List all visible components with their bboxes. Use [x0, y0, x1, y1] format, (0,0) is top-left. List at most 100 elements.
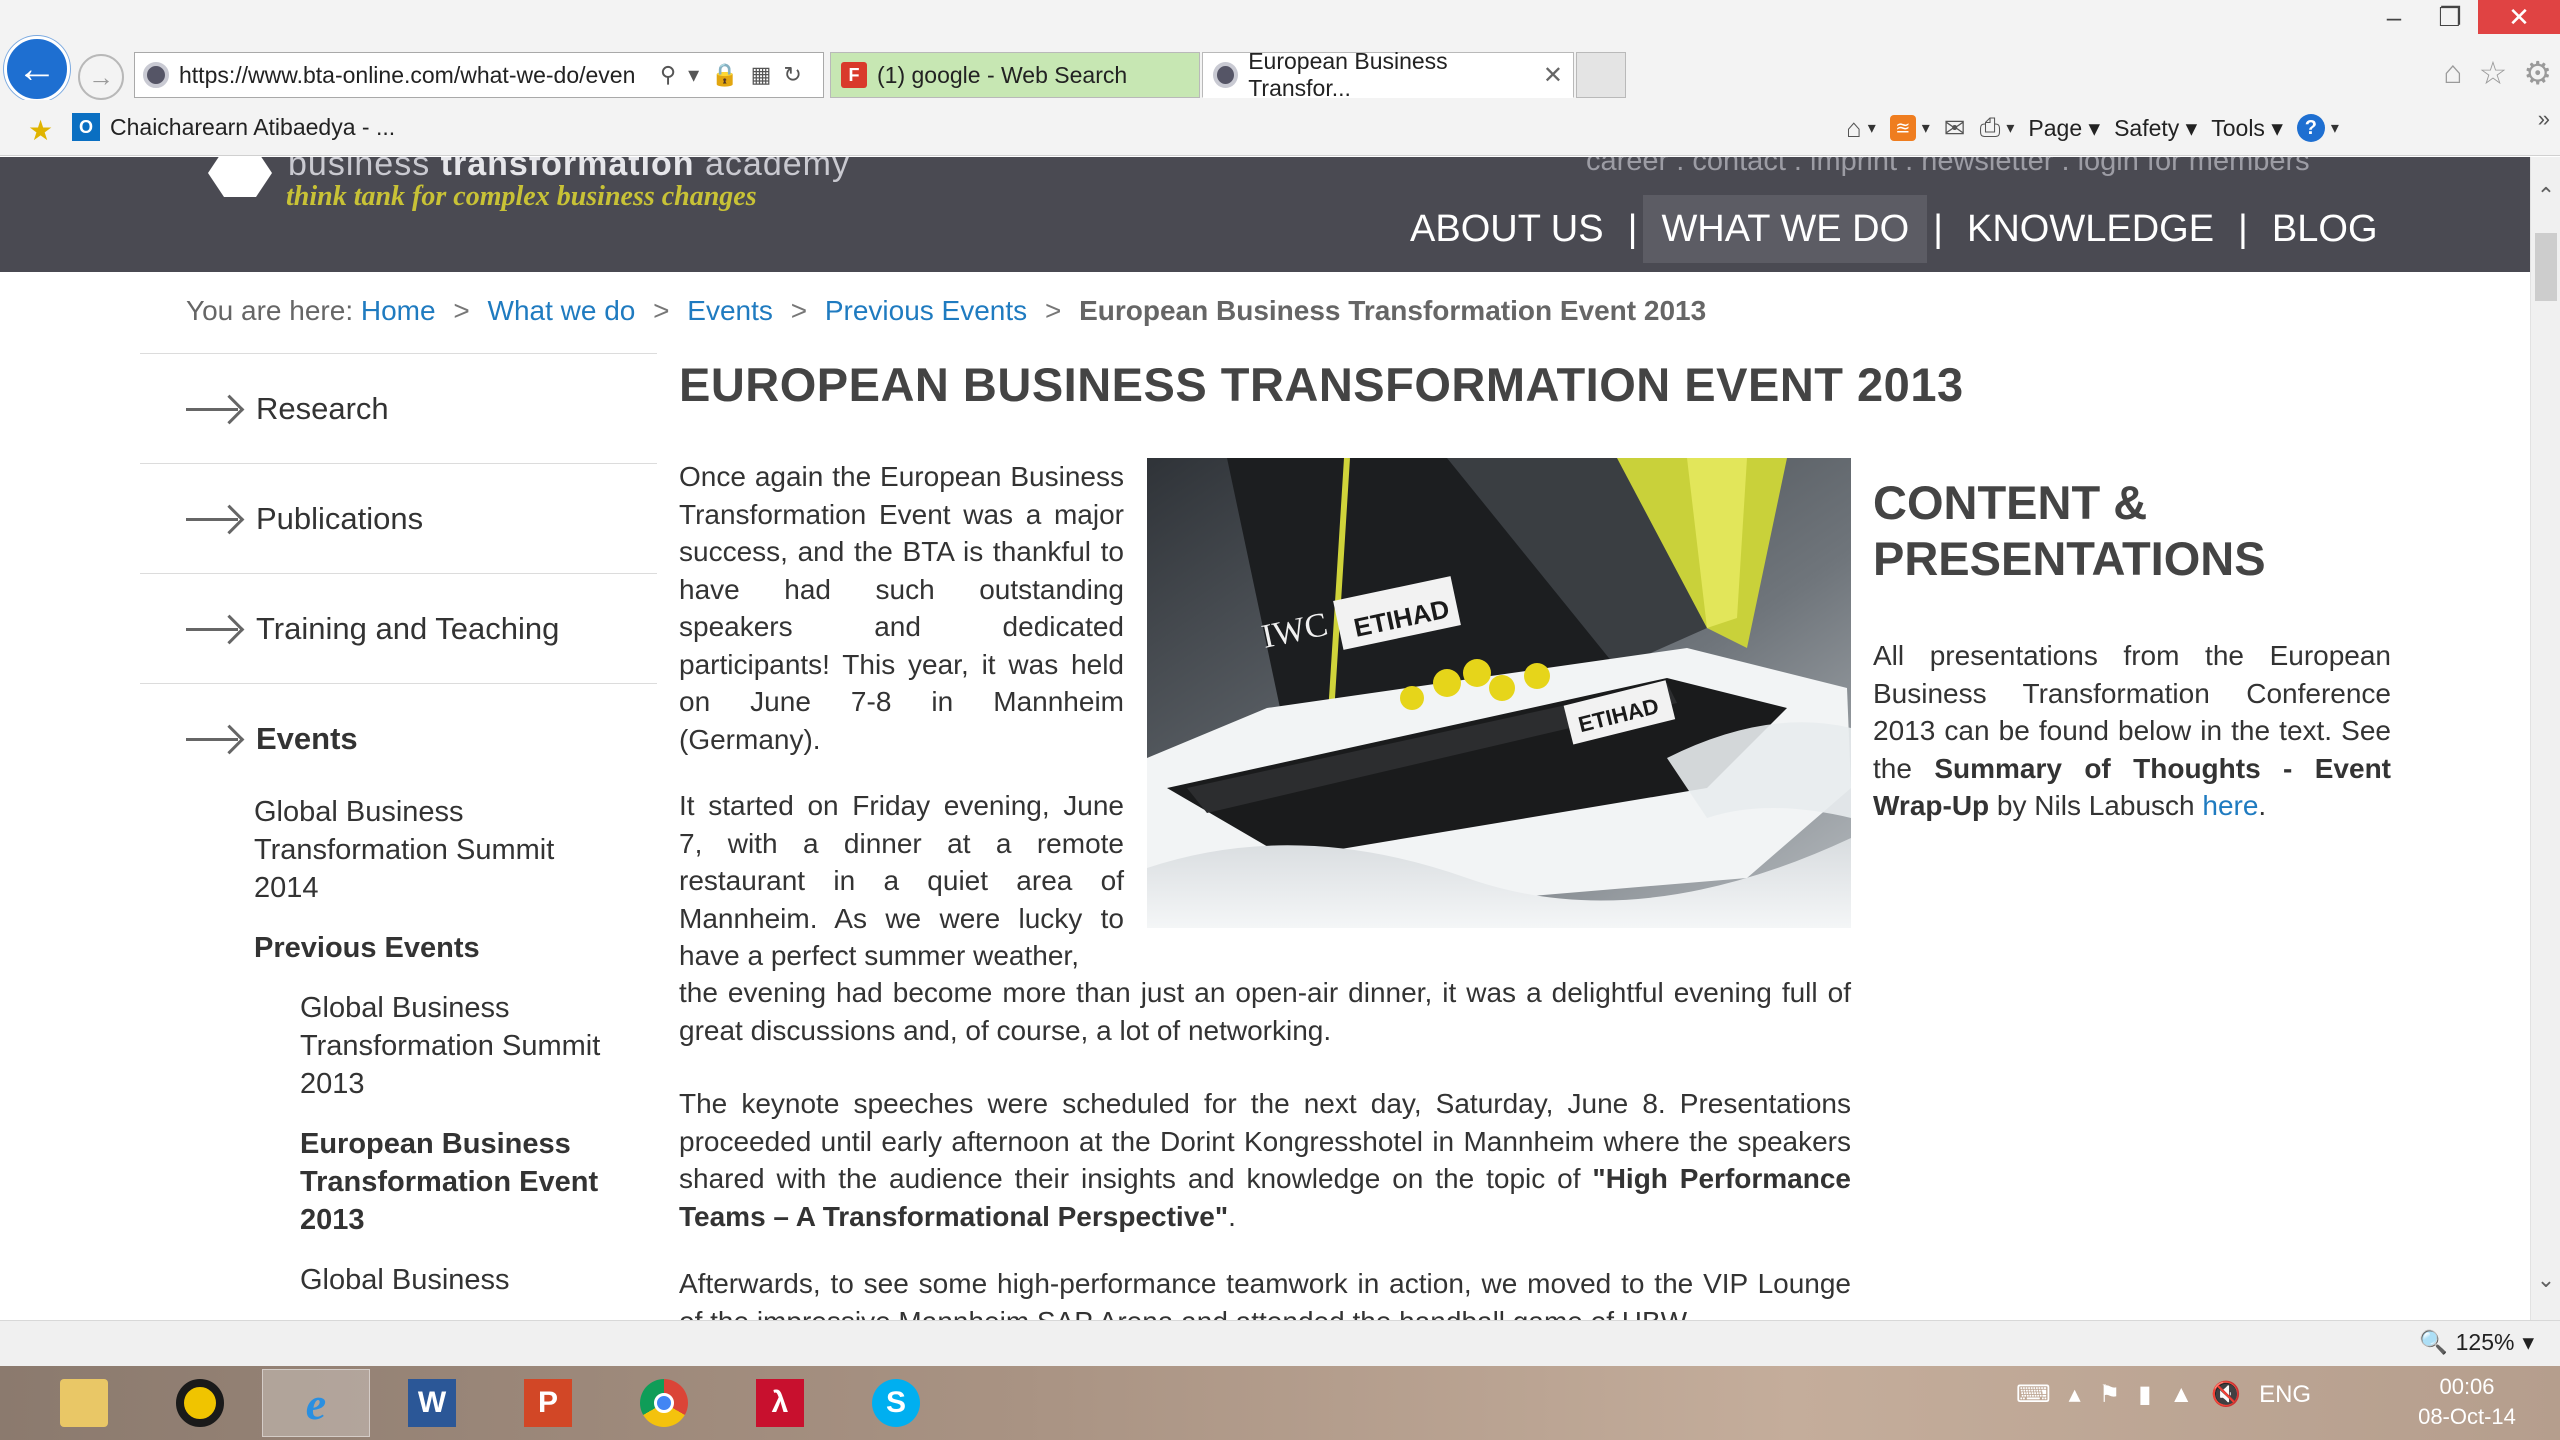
taskbar-clock[interactable]: 00:06 08-Oct-14	[2392, 1372, 2542, 1432]
subnav-ebte-2013[interactable]: European Business Transformation Event 2…	[300, 1125, 630, 1239]
taskbar-chrome[interactable]	[610, 1369, 718, 1437]
network-signal-icon[interactable]: ▲	[2169, 1381, 2193, 1409]
logo-name[interactable]: business transformation academy	[288, 157, 850, 184]
powerpoint-icon: P	[524, 1379, 572, 1427]
windows-taskbar: e W P λ S ⌨ ▴ ⚑ ▮ ▲ 🔇 ENG 00:06 08-Oct-1…	[0, 1366, 2560, 1440]
chevron-down-icon[interactable]: ▾	[1922, 118, 1930, 138]
taskbar-skype[interactable]: S	[842, 1369, 950, 1437]
help-icon[interactable]: ?	[2296, 114, 2325, 142]
refresh-icon[interactable]: ↻	[783, 62, 801, 88]
back-button[interactable]: ←	[4, 36, 70, 102]
breadcrumb-separator: >	[1044, 295, 1062, 326]
vertical-scrollbar[interactable]: ⌃ ⌄	[2530, 157, 2560, 1320]
dropdown-caret-icon[interactable]: ▾	[688, 62, 699, 88]
rss-feed-icon[interactable]: ≊	[1889, 115, 1916, 141]
yacht-photo-svg: ETIHAD IWC ETIHAD	[1147, 458, 1851, 928]
bta-logo-icon[interactable]	[208, 157, 272, 197]
taskbar-word[interactable]: W	[378, 1369, 486, 1437]
breadcrumb-separator: >	[790, 295, 808, 326]
subnav-gbts-2014[interactable]: Global Business Transformation Summit 20…	[254, 793, 584, 907]
breadcrumb: You are here: Home > What we do > Events…	[186, 295, 1706, 327]
sidebar-item-label: Publications	[256, 500, 424, 536]
add-favorites-icon[interactable]: ★	[28, 114, 53, 147]
sailing-yacht-image: ETIHAD IWC ETIHAD	[1147, 458, 1851, 928]
volume-muted-icon[interactable]: 🔇	[2211, 1380, 2241, 1409]
scroll-thumb[interactable]	[2535, 233, 2557, 301]
zoom-magnifier-icon: 🔍	[2418, 1329, 2448, 1355]
sidebar-item-events[interactable]: Events	[140, 683, 657, 793]
arrow-right-icon	[186, 398, 244, 420]
article-paragraph: The keynote speeches were scheduled for …	[679, 1088, 1851, 1232]
sidebar-item-research[interactable]: Research	[140, 353, 657, 463]
taskbar-powerpoint[interactable]: P	[494, 1369, 602, 1437]
breadcrumb-what-we-do[interactable]: What we do	[488, 295, 636, 326]
chrome-icon	[640, 1379, 688, 1427]
breadcrumb-events[interactable]: Events	[687, 295, 773, 326]
article-paragraph: Once again the European Business Transfo…	[679, 461, 1124, 755]
home-icon[interactable]: ⌂	[2443, 54, 2462, 92]
events-subnav: Global Business Transformation Summit 20…	[140, 793, 657, 1299]
favorite-outlook-link[interactable]: O Chaicharearn Atibaedya - ...	[72, 113, 395, 141]
battery-icon[interactable]: ▮	[2138, 1380, 2151, 1409]
sidebar-item-publications[interactable]: Publications	[140, 463, 657, 573]
print-icon[interactable]: ⎙	[1980, 112, 2001, 144]
url-input[interactable]	[179, 61, 654, 89]
read-mail-icon[interactable]: ✉	[1944, 113, 1966, 144]
chevron-down-icon[interactable]: ▾	[2522, 1329, 2534, 1356]
subnav-global-business[interactable]: Global Business	[300, 1261, 630, 1299]
taskbar-file-explorer[interactable]	[30, 1369, 138, 1437]
zoom-control[interactable]: 🔍 125% ▾	[2419, 1329, 2534, 1356]
close-tab-icon[interactable]: ✕	[1543, 61, 1563, 90]
scroll-up-icon[interactable]: ⌃	[2531, 183, 2560, 209]
page-menu[interactable]: Page ▾	[2028, 115, 2100, 142]
minimize-button[interactable]: –	[2366, 0, 2422, 34]
favorites-star-icon[interactable]: ☆	[2479, 54, 2508, 92]
lock-icon[interactable]: 🔒	[711, 62, 738, 88]
taskbar-acrobat[interactable]: λ	[726, 1369, 834, 1437]
feedly-f-icon: F	[841, 62, 867, 88]
safety-menu[interactable]: Safety ▾	[2114, 115, 2197, 142]
scroll-down-icon[interactable]: ⌄	[2531, 1267, 2560, 1293]
action-center-flag-icon[interactable]: ⚑	[2099, 1380, 2121, 1409]
nav-what-we-do[interactable]: WHAT WE DO	[1643, 195, 1928, 263]
site-favicon-icon	[1213, 62, 1239, 88]
language-indicator[interactable]: ENG	[2259, 1381, 2311, 1409]
tab-google-search[interactable]: F (1) google - Web Search	[830, 52, 1200, 98]
summary-here-link[interactable]: here	[2202, 790, 2258, 821]
status-bar: 🔍 125% ▾	[0, 1320, 2560, 1366]
chevron-down-icon[interactable]: ▾	[2331, 118, 2339, 138]
keyboard-icon[interactable]: ⌨	[2016, 1380, 2051, 1409]
sidebar-item-training[interactable]: Training and Teaching	[140, 573, 657, 683]
search-icon[interactable]: ⚲	[660, 62, 676, 88]
norton-icon	[176, 1379, 224, 1427]
tab-label: (1) google - Web Search	[877, 61, 1128, 88]
site-favicon-icon	[143, 62, 169, 88]
compat-view-icon[interactable]: ▦	[751, 62, 772, 88]
gear-icon[interactable]: ⚙	[2523, 54, 2552, 92]
more-chevron-icon[interactable]: »	[2538, 106, 2550, 132]
chevron-down-icon[interactable]: ▾	[2006, 118, 2014, 138]
favorite-label: Chaicharearn Atibaedya - ...	[110, 113, 396, 140]
close-window-button[interactable]: ✕	[2478, 0, 2560, 34]
breadcrumb-prefix: You are here:	[186, 295, 354, 326]
breadcrumb-home[interactable]: Home	[361, 295, 436, 326]
tab-bta-event[interactable]: European Business Transfor... ✕	[1202, 48, 1574, 101]
subnav-previous-events[interactable]: Previous Events	[254, 929, 584, 967]
tray-expand-icon[interactable]: ▴	[2069, 1380, 2081, 1409]
home-icon[interactable]: ⌂	[1846, 113, 1862, 144]
address-bar[interactable]: ⚲ ▾ 🔒 ▦ ↻	[134, 52, 824, 98]
nav-about-us[interactable]: ABOUT US	[1392, 195, 1622, 263]
restore-button[interactable]: ❐	[2422, 0, 2478, 34]
subnav-gbts-2013[interactable]: Global Business Transformation Summit 20…	[300, 989, 630, 1103]
nav-blog[interactable]: BLOG	[2254, 195, 2396, 263]
new-tab-button[interactable]	[1576, 52, 1626, 98]
top-utility-links[interactable]: career . contact . imprint . newsletter …	[1586, 157, 2310, 178]
chevron-down-icon[interactable]: ▾	[1868, 118, 1876, 138]
breadcrumb-previous-events[interactable]: Previous Events	[825, 295, 1027, 326]
forward-arrow-icon: →	[88, 61, 114, 92]
tools-menu[interactable]: Tools ▾	[2211, 115, 2283, 142]
nav-knowledge[interactable]: KNOWLEDGE	[1949, 195, 2232, 263]
forward-button[interactable]: →	[78, 54, 124, 100]
taskbar-norton[interactable]	[146, 1369, 254, 1437]
taskbar-internet-explorer[interactable]: e	[262, 1369, 370, 1437]
